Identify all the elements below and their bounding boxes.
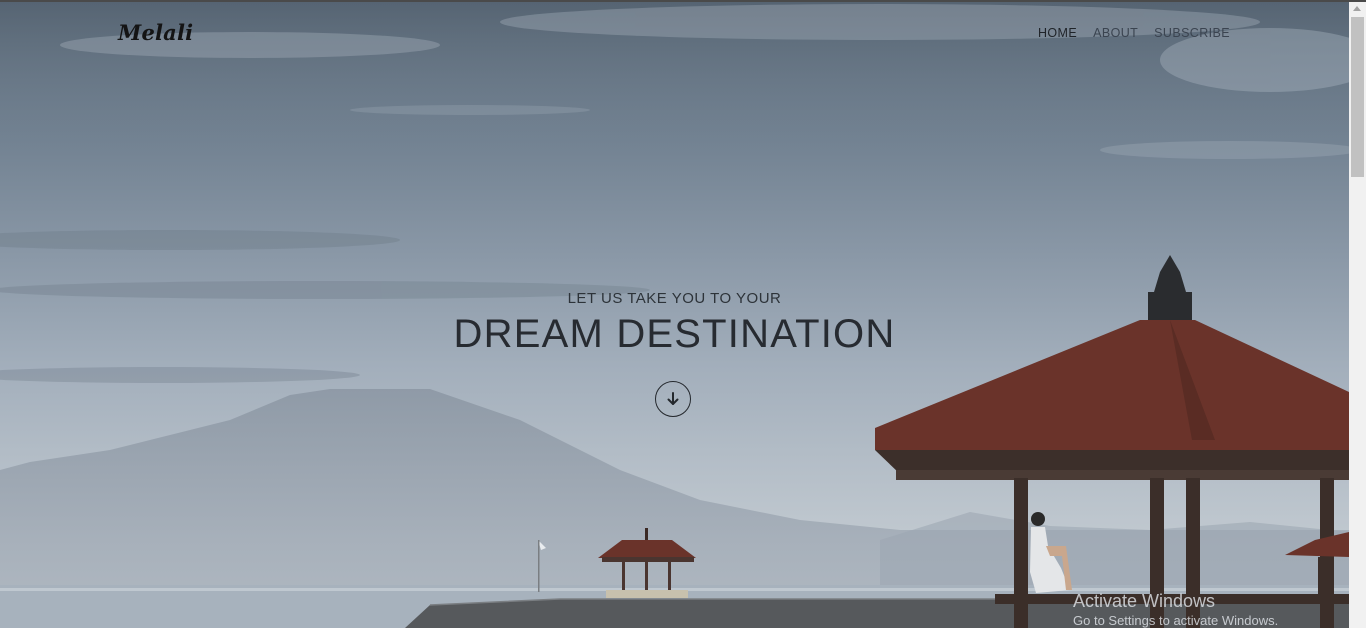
nav-home-link[interactable]: HOME (1038, 26, 1077, 40)
hero-title: DREAM DESTINATION (453, 312, 896, 356)
hero-section: Melali HOME ABOUT SUBSCRIBE LET US TAKE … (0, 0, 1349, 628)
nav-about-link[interactable]: ABOUT (1093, 26, 1138, 40)
page-scrollbar[interactable] (1349, 0, 1366, 628)
scroll-down-button[interactable] (655, 381, 691, 417)
seated-person (1030, 512, 1072, 593)
scroll-up-arrow-icon[interactable] (1353, 6, 1361, 11)
far-hills (880, 512, 1349, 590)
hero-subtitle: LET US TAKE YOU TO YOUR (567, 290, 782, 307)
main-nav: HOME ABOUT SUBSCRIBE (1038, 26, 1230, 40)
nav-subscribe-link[interactable]: SUBSCRIBE (1154, 26, 1230, 40)
site-logo[interactable]: Melali (118, 20, 193, 45)
scrollbar-thumb[interactable] (1351, 17, 1364, 177)
page: Melali HOME ABOUT SUBSCRIBE LET US TAKE … (0, 0, 1366, 628)
arrow-down-icon (667, 392, 679, 405)
window-top-border (0, 0, 1366, 2)
